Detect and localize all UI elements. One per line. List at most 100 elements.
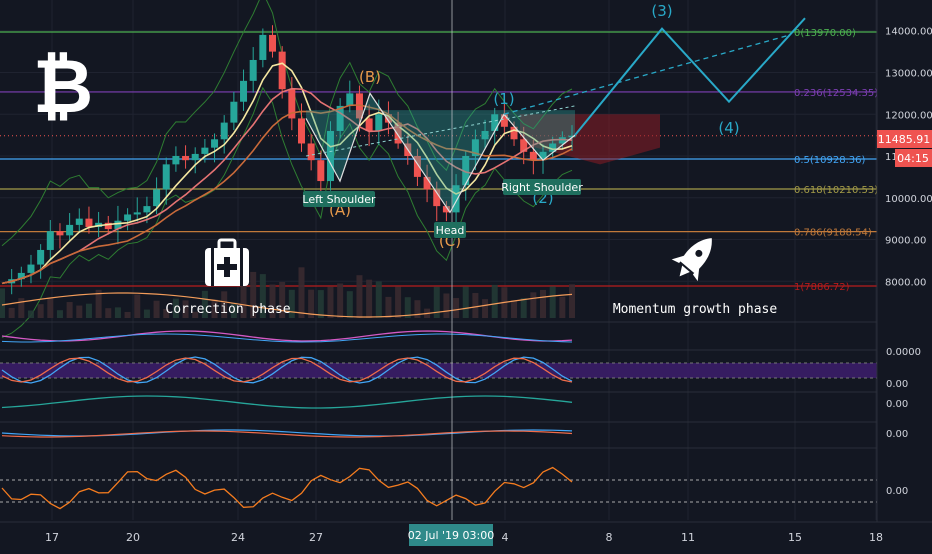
volume-bar: [569, 284, 575, 318]
btc-chart[interactable]: 0(13970.00) 0.236(12534.35) 0.5(10928.36) 0…: [0, 0, 932, 550]
time-tick-label: 24: [231, 531, 245, 544]
fib-label: 0(13970.00): [794, 28, 856, 39]
volume-bar: [385, 296, 392, 318]
price-tick-label: 13000.00: [885, 69, 932, 80]
candle-body: [85, 218, 93, 227]
time-tick-label: 18: [869, 531, 883, 544]
volume-bar: [298, 267, 305, 318]
wave-label-3: (3): [651, 2, 672, 20]
volume-bar: [27, 310, 34, 318]
volume-bar: [337, 283, 344, 318]
volume-bar: [346, 291, 353, 318]
volume-bar: [520, 298, 527, 318]
volume-bar: [472, 293, 479, 318]
bitcoin-icon: ₿: [33, 44, 93, 130]
time-tick-label: 4: [502, 531, 509, 544]
volume-bar: [66, 302, 73, 318]
candle-body: [182, 156, 190, 161]
price-tick-label: 10000.00: [885, 194, 932, 205]
macd-tick: 0.00: [886, 429, 908, 440]
svg-text:Left Shoulder: Left Shoulder: [302, 193, 376, 206]
volume-bar: [8, 307, 15, 318]
price-tick-label: 12000.00: [885, 110, 932, 121]
candle-body: [56, 231, 64, 236]
candle-body: [124, 214, 132, 221]
stoch-tick-bottom: 0.00: [886, 379, 908, 390]
volume-bar: [143, 309, 150, 318]
candle-body: [66, 224, 74, 236]
volume-bar: [114, 307, 121, 318]
candle-body: [278, 51, 286, 90]
candle-body: [172, 156, 180, 165]
volume-bar: [414, 300, 421, 318]
volume-bar: [511, 300, 518, 318]
candle-body: [37, 249, 45, 265]
price-tick-label: 14000.00: [885, 27, 932, 38]
volume-bar: [47, 298, 54, 318]
candle-body: [211, 139, 219, 148]
volume-bar: [56, 310, 63, 318]
candle-body: [365, 118, 373, 131]
volume-bar: [356, 275, 363, 318]
volume-bar: [540, 289, 547, 318]
chart-background: [0, 0, 932, 550]
candle-body: [133, 212, 141, 215]
volume-bar: [37, 304, 44, 318]
candle-body: [201, 147, 209, 154]
candle-body: [297, 118, 305, 144]
volume-bar: [453, 298, 460, 318]
volume-bar: [530, 292, 537, 318]
left-shoulder-tag: Left Shoulder: [302, 191, 376, 207]
volume-bar: [491, 284, 498, 318]
wave-label-b: (B): [359, 68, 381, 86]
chart-stage[interactable]: 0(13970.00) 0.236(12534.35) 0.5(10928.36) 0…: [0, 0, 932, 550]
volume-bar: [85, 303, 92, 318]
candle-body: [220, 122, 228, 140]
fib-label: 0.5(10928.36): [794, 155, 866, 166]
candle-body: [240, 80, 248, 102]
candle-body: [191, 153, 199, 161]
volume-bar: [0, 288, 5, 318]
candle-body: [46, 231, 54, 250]
volume-bar: [462, 286, 469, 318]
candle-body: [230, 101, 238, 123]
countdown-label: 04:15: [897, 152, 929, 165]
candle-body: [249, 59, 257, 81]
volume-bar: [153, 300, 160, 318]
stoch-tick-top: 0.0000: [886, 347, 921, 358]
volume-bar: [366, 279, 373, 318]
time-tick-label: 27: [309, 531, 323, 544]
candle-body: [375, 114, 383, 131]
candle-body: [153, 189, 161, 207]
stoch-band: [0, 363, 877, 378]
time-tick-label: 20: [126, 531, 140, 544]
fib-label: 0.236(12534.35): [794, 88, 878, 99]
candle-body: [346, 93, 354, 106]
correction-phase-label: Correction phase: [165, 302, 290, 317]
fib-label: 0.618(10210.53): [794, 185, 878, 196]
cci-tick: 0.00: [886, 486, 908, 497]
svg-text:Right Shoulder: Right Shoulder: [501, 181, 583, 194]
time-tick-label: 17: [45, 531, 59, 544]
candle-body: [269, 34, 277, 52]
crosshair-time-label: 02 Jul '19 03:00: [408, 529, 494, 542]
volume-bar: [327, 286, 334, 318]
volume-bar: [317, 290, 324, 318]
volume-bar: [482, 299, 489, 318]
wave-label-4: (4): [718, 119, 739, 137]
volume-bar: [443, 293, 450, 318]
price-tick-label: 9000.00: [885, 236, 926, 247]
svg-text:₿: ₿: [33, 44, 93, 130]
candle-body: [317, 160, 325, 182]
candle-body: [27, 264, 35, 273]
fib-label: 0.786(9188.54): [794, 228, 872, 239]
time-tick-label: 8: [606, 531, 613, 544]
volume-bar: [433, 286, 440, 318]
right-shoulder-tag: Right Shoulder: [501, 179, 583, 195]
volume-bar: [134, 294, 141, 318]
momentum-phase-label: Momentum growth phase: [613, 302, 778, 317]
time-tick-label: 15: [788, 531, 802, 544]
svg-text:Head: Head: [436, 224, 465, 237]
candle-body: [307, 143, 315, 161]
candle-body: [75, 218, 83, 225]
